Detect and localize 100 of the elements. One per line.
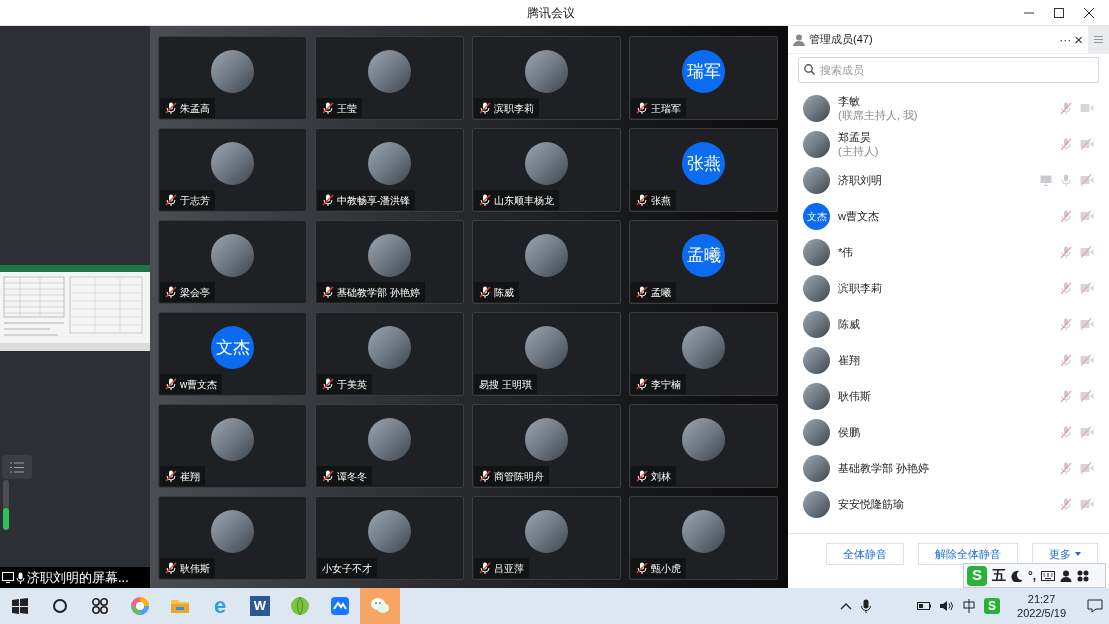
video-tile[interactable]: 中教畅享-潘洪锋 xyxy=(315,128,464,212)
screen-share-icon[interactable] xyxy=(1040,174,1052,186)
muted-mic-icon[interactable] xyxy=(1060,353,1072,367)
camera-off-icon[interactable] xyxy=(1080,426,1094,438)
member-row[interactable]: 济职刘明 xyxy=(788,162,1109,198)
muted-mic-icon[interactable] xyxy=(1060,389,1072,403)
camera-icon[interactable] xyxy=(1080,102,1094,114)
video-tile[interactable]: 王莹 xyxy=(315,36,464,120)
camera-off-icon[interactable] xyxy=(1080,318,1094,330)
video-tile[interactable]: 朱孟高 xyxy=(158,36,307,120)
muted-mic-icon[interactable] xyxy=(1060,137,1072,151)
video-tile[interactable]: 于志芳 xyxy=(158,128,307,212)
camera-off-icon[interactable] xyxy=(1080,138,1094,150)
member-name: 安安悦隆筋瑜 xyxy=(838,497,905,511)
list-icon[interactable] xyxy=(2,455,32,479)
video-tile[interactable]: 陈威 xyxy=(472,220,621,304)
member-row[interactable]: 侯鹏 xyxy=(788,414,1109,450)
video-tile[interactable]: 吕亚萍 xyxy=(472,496,621,580)
shared-screen-thumbnail-drawing[interactable] xyxy=(0,265,150,351)
video-tile[interactable]: 张燕 张燕 xyxy=(629,128,778,212)
mic-icon xyxy=(16,571,25,584)
search-field[interactable]: 搜索成员 xyxy=(798,57,1099,83)
participant-name: 梁会亭 xyxy=(180,285,210,300)
notification-icon[interactable] xyxy=(1087,598,1103,614)
video-tile[interactable]: 山东顺丰杨龙 xyxy=(472,128,621,212)
video-tile[interactable]: 文杰 w曹文杰 xyxy=(158,312,307,396)
video-tile[interactable]: 易搜 王明琪 xyxy=(472,312,621,396)
member-row[interactable]: 郑孟昊 (主持人) xyxy=(788,126,1109,162)
muted-mic-icon[interactable] xyxy=(1060,209,1072,223)
camera-off-icon[interactable] xyxy=(1080,174,1094,186)
video-tile[interactable]: 于美英 xyxy=(315,312,464,396)
video-tile[interactable]: 耿伟斯 xyxy=(158,496,307,580)
camera-off-icon[interactable] xyxy=(1080,462,1094,474)
muted-mic-icon[interactable] xyxy=(1060,497,1072,511)
video-tile[interactable]: 瑞军 王瑞军 xyxy=(629,36,778,120)
menu-icon xyxy=(1094,36,1103,43)
camera-off-icon[interactable] xyxy=(1080,282,1094,294)
punctuation-mode[interactable]: °, xyxy=(1028,566,1037,585)
chat-bubbles-icon[interactable] xyxy=(360,588,400,624)
member-name: 陈威 xyxy=(838,317,861,331)
muted-mic-icon[interactable] xyxy=(1060,317,1072,331)
input-language-icon[interactable] xyxy=(963,599,976,613)
screen-icon xyxy=(2,572,14,583)
member-row[interactable]: 滨职李莉 xyxy=(788,270,1109,306)
camera-off-icon[interactable] xyxy=(1080,354,1094,366)
muted-mic-icon[interactable] xyxy=(1060,101,1072,115)
muted-mic-icon[interactable] xyxy=(1060,461,1072,475)
action-button[interactable]: 全体静音 xyxy=(826,543,904,565)
camera-off-icon[interactable] xyxy=(1080,246,1094,258)
muted-mic-icon[interactable] xyxy=(1060,425,1072,439)
video-tile[interactable]: 崔翔 xyxy=(158,404,307,488)
camera-off-icon[interactable] xyxy=(1080,498,1094,510)
member-row[interactable]: 崔翔 xyxy=(788,342,1109,378)
member-row[interactable]: 安安悦隆筋瑜 xyxy=(788,486,1109,522)
clock[interactable]: 21:27 2022/5/19 xyxy=(1017,592,1066,620)
video-tile[interactable]: 谭冬冬 xyxy=(315,404,464,488)
battery-icon[interactable] xyxy=(917,602,932,610)
video-tile[interactable]: 小女子不才 xyxy=(315,496,464,580)
member-row[interactable]: 李敏 (联席主持人, 我) xyxy=(788,90,1109,126)
member-name: *伟 xyxy=(838,245,855,259)
more-button[interactable]: ··· xyxy=(1058,30,1073,49)
muted-mic-icon[interactable] xyxy=(1060,245,1072,259)
volume-icon[interactable] xyxy=(940,600,955,612)
member-row[interactable]: 陈威 xyxy=(788,306,1109,342)
keyboard-icon[interactable] xyxy=(1041,570,1056,581)
member-role: (主持人) xyxy=(838,144,880,158)
photo-placeholder xyxy=(368,326,411,369)
photo-placeholder xyxy=(803,382,830,410)
member-row[interactable]: 耿伟斯 xyxy=(788,378,1109,414)
photo-placeholder xyxy=(211,50,254,93)
video-tile[interactable]: 孟曦 孟曦 xyxy=(629,220,778,304)
video-tile[interactable]: 商管陈明舟 xyxy=(472,404,621,488)
video-tile[interactable]: 梁会亭 xyxy=(158,220,307,304)
member-row[interactable]: *伟 xyxy=(788,234,1109,270)
avatar: 文杰 xyxy=(211,326,254,369)
input-mode[interactable]: 五 xyxy=(992,565,1006,586)
member-row[interactable]: 基础教学部 孙艳婷 xyxy=(788,450,1109,486)
person-icon[interactable] xyxy=(1060,569,1073,582)
video-tile[interactable]: 基础教学部 孙艳婷 xyxy=(315,220,464,304)
muted-mic-icon[interactable] xyxy=(1060,281,1072,295)
chevron-up-icon[interactable] xyxy=(840,602,853,610)
word-button[interactable]: W xyxy=(240,588,280,624)
video-tile[interactable]: 刘林 xyxy=(629,404,778,488)
photo-placeholder xyxy=(211,142,254,185)
video-tile[interactable]: 李宁楠 xyxy=(629,312,778,396)
maximize-icon xyxy=(1054,7,1064,18)
member-row[interactable]: 文杰 w曹文杰 xyxy=(788,198,1109,234)
grid-icon[interactable] xyxy=(1077,569,1090,582)
mic-icon[interactable] xyxy=(861,599,872,613)
camera-off-icon[interactable] xyxy=(1080,390,1094,402)
camera-off-icon[interactable] xyxy=(1080,210,1094,222)
panel-title: 管理成员(47) xyxy=(809,32,873,48)
more-dropdown[interactable]: 更多 xyxy=(1032,543,1098,565)
photo-placeholder xyxy=(682,510,725,553)
close-button[interactable]: × xyxy=(1072,32,1085,47)
video-tile[interactable]: 甄小虎 xyxy=(629,496,778,580)
moon-icon[interactable] xyxy=(1011,569,1023,582)
video-tile[interactable]: 滨职李莉 xyxy=(472,36,621,120)
action-button[interactable]: 解除全体静音 xyxy=(918,543,1018,565)
avatar: 瑞军 xyxy=(682,50,725,93)
